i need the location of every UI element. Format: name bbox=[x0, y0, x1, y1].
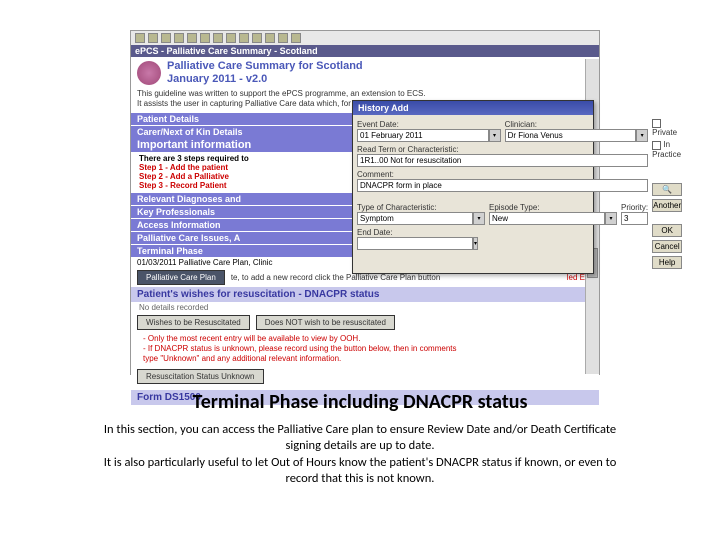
clinician-label: Clinician: bbox=[505, 120, 649, 129]
priority-label: Priority: bbox=[621, 203, 648, 212]
event-date-input[interactable] bbox=[357, 129, 489, 142]
toolbar-icon[interactable] bbox=[148, 33, 158, 43]
dnacpr-header: Patient's wishes for resuscitation - DNA… bbox=[131, 287, 599, 302]
toolbar-icon[interactable] bbox=[226, 33, 236, 43]
private-label: Private bbox=[652, 128, 677, 137]
window-title: ePCS - Palliative Care Summary - Scotlan… bbox=[131, 45, 599, 57]
warn-line: - Only the most recent entry will be ava… bbox=[143, 334, 587, 344]
help-button[interactable]: Help bbox=[652, 256, 682, 269]
document-header: Palliative Care Summary for Scotland Jan… bbox=[131, 57, 599, 89]
search-icon-button[interactable]: 🔍 bbox=[652, 183, 682, 196]
toolbar-icon[interactable] bbox=[213, 33, 223, 43]
another-button[interactable]: Another bbox=[652, 199, 682, 212]
intro-line: This guideline was written to support th… bbox=[137, 89, 593, 99]
warning-text: - Only the most recent entry will be ava… bbox=[131, 332, 599, 367]
clinician-input[interactable] bbox=[505, 129, 637, 142]
caption-p2: It is also particularly useful to let Ou… bbox=[100, 455, 620, 488]
event-date-label: Event Date: bbox=[357, 120, 501, 129]
logo-icon bbox=[137, 61, 161, 85]
type-label: Type of Characteristic: bbox=[357, 203, 485, 212]
history-add-dialog: History Add Event Date: ▾ Clinician: ▾ bbox=[352, 100, 594, 274]
comment-input[interactable] bbox=[357, 179, 648, 192]
cancel-button[interactable]: Cancel bbox=[652, 240, 682, 253]
ok-button[interactable]: OK bbox=[652, 224, 682, 237]
toolbar-icon[interactable] bbox=[174, 33, 184, 43]
slide-caption: Terminal Phase including DNACPR status I… bbox=[0, 390, 720, 487]
read-term-input[interactable] bbox=[357, 154, 648, 167]
caption-p1: In this section, you can access the Pall… bbox=[100, 422, 620, 455]
wishes-resuscitated-button[interactable]: Wishes to be Resuscitated bbox=[137, 315, 250, 330]
review-left: 01/03/2011 Palliative Care Plan, Clinic bbox=[137, 258, 272, 267]
toolbar-icon[interactable] bbox=[187, 33, 197, 43]
doc-title-1: Palliative Care Summary for Scotland bbox=[167, 60, 363, 73]
in-practice-checkbox[interactable] bbox=[652, 141, 661, 150]
date-dropdown-icon[interactable]: ▾ bbox=[489, 129, 501, 142]
warn-line: - If DNACPR status is unknown, please re… bbox=[143, 344, 587, 354]
toolbar-icon[interactable] bbox=[265, 33, 275, 43]
toolbar-icon[interactable] bbox=[239, 33, 249, 43]
pcp-help-text: te, to add a new record click the Pallia… bbox=[231, 273, 440, 282]
type-dropdown-icon[interactable]: ▾ bbox=[473, 212, 485, 225]
toolbar-icon[interactable] bbox=[252, 33, 262, 43]
comment-label: Comment: bbox=[357, 170, 648, 179]
not-resuscitated-button[interactable]: Does NOT wish to be resuscitated bbox=[256, 315, 395, 330]
type-input[interactable] bbox=[357, 212, 473, 225]
toolbar-icon[interactable] bbox=[278, 33, 288, 43]
private-checkbox[interactable] bbox=[652, 119, 661, 128]
toolbar-icon[interactable] bbox=[161, 33, 171, 43]
end-date-dropdown-icon[interactable]: ▾ bbox=[473, 237, 478, 250]
read-term-label: Read Term or Characteristic: bbox=[357, 145, 648, 154]
end-date-input[interactable] bbox=[357, 237, 473, 250]
toolbar bbox=[131, 31, 599, 45]
episode-dropdown-icon[interactable]: ▾ bbox=[605, 212, 617, 225]
resuscitation-unknown-button[interactable]: Resuscitation Status Unknown bbox=[137, 369, 264, 384]
caption-title: Terminal Phase including DNACPR status bbox=[0, 390, 720, 414]
priority-input[interactable] bbox=[621, 212, 648, 225]
dialog-title: History Add bbox=[353, 101, 593, 115]
episode-input[interactable] bbox=[489, 212, 605, 225]
clinician-dropdown-icon[interactable]: ▾ bbox=[636, 129, 648, 142]
episode-label: Episode Type: bbox=[489, 203, 617, 212]
palliative-care-plan-button[interactable]: Palliative Care Plan bbox=[137, 270, 225, 285]
end-date-label: End Date: bbox=[357, 228, 648, 237]
warn-line: type "Unknown" and any additional releva… bbox=[143, 354, 587, 364]
no-details-text: No details recorded bbox=[131, 302, 599, 313]
toolbar-icon[interactable] bbox=[135, 33, 145, 43]
toolbar-icon[interactable] bbox=[200, 33, 210, 43]
doc-title-2: January 2011 - v2.0 bbox=[167, 73, 363, 86]
toolbar-icon[interactable] bbox=[291, 33, 301, 43]
